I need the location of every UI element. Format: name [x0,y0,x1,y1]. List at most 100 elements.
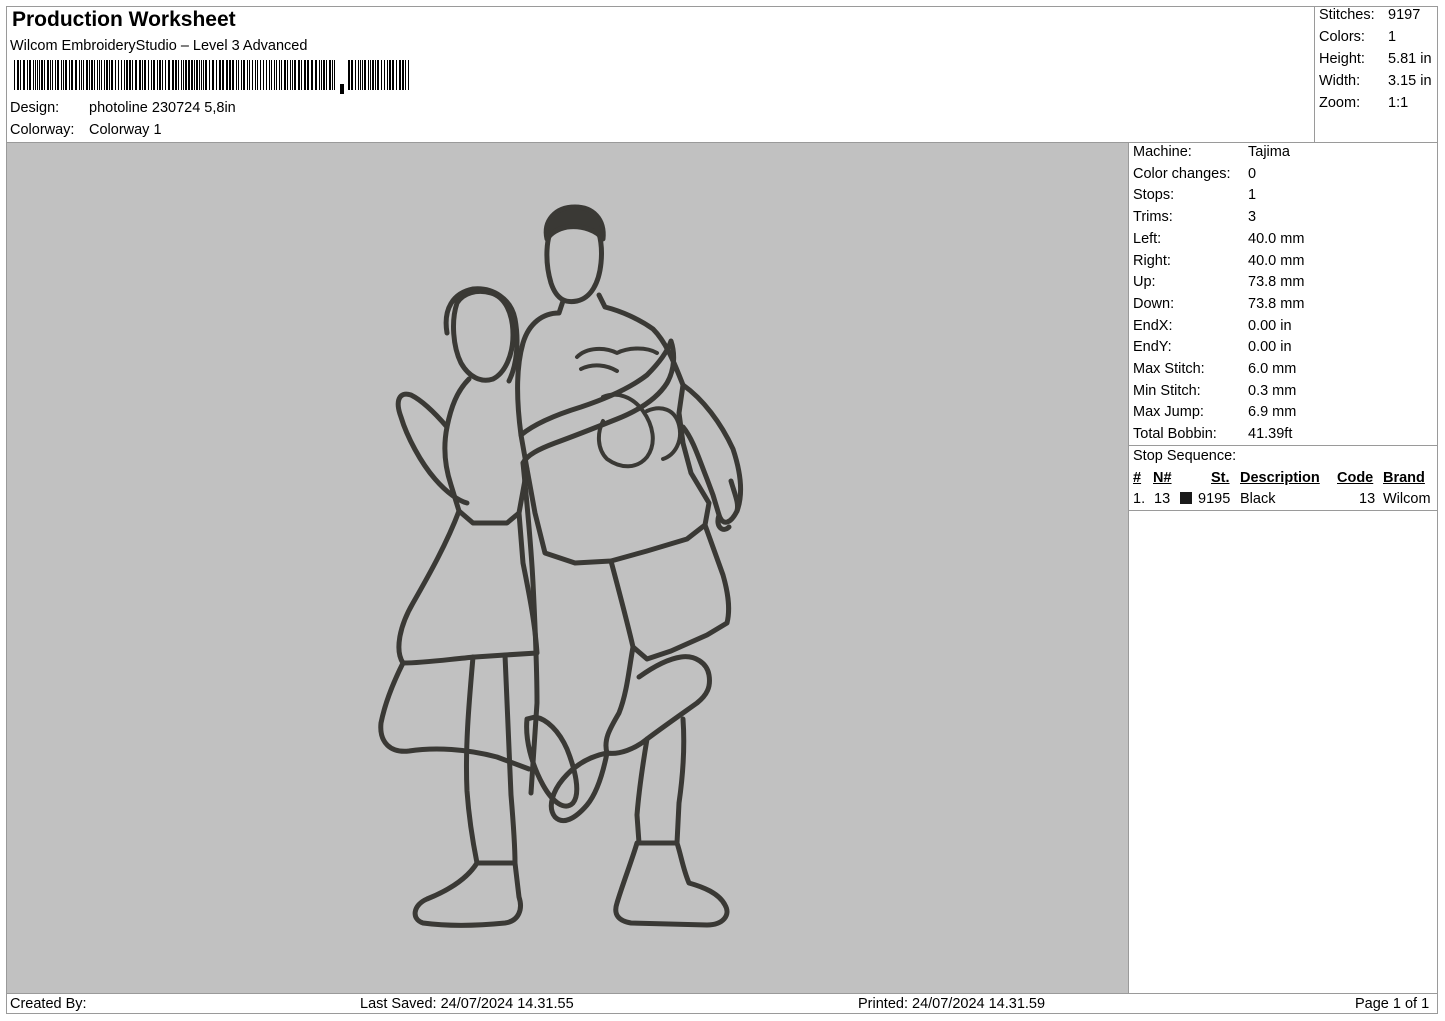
barcode-bar [196,60,198,90]
machine-info-value: 6.0 mm [1248,361,1297,377]
barcode-bar [226,60,228,90]
barcode-bar [304,60,306,90]
barcode-bar [183,60,184,90]
barcode-bar [238,60,239,90]
barcode-bar [405,60,406,90]
machine-info-value: 40.0 mm [1248,252,1305,269]
stitches-label: Stitches: [1319,7,1375,23]
barcode-bar [247,60,248,90]
barcode-bar [260,60,261,90]
stop-sequence-divider [1128,445,1438,446]
barcode-bar [219,60,221,90]
barcode-bar [389,60,391,90]
barcode-bar [86,60,88,90]
barcode-bar [47,60,49,90]
man-standing-leg [634,716,687,846]
barcode-bar [284,60,286,90]
height-label: Height: [1319,51,1365,67]
printed-date: Printed: 24/07/2024 14.31.59 [858,996,1046,1012]
barcode-bar [212,60,214,90]
barcode-bar [118,60,119,90]
machine-info-value: 3 [1248,209,1257,226]
barcode-bar [222,60,224,90]
summary-divider [1314,6,1315,142]
barcode-bar [181,60,182,90]
barcode-bar [279,60,280,90]
barcode-bar [142,60,143,90]
col-header-n: N# [1153,470,1172,486]
barcode-bar [44,60,45,90]
last-saved: Last Saved: 24/07/2024 14.31.55 [360,996,574,1012]
barcode-bar [126,60,128,90]
barcode-bar [81,60,82,90]
barcode-bar [257,60,258,90]
colorway-label: Colorway: [10,122,75,138]
created-by: Created By: [10,996,87,1012]
barcode-bar [399,60,401,90]
barcode-bar [375,60,376,90]
barcode-bar [236,60,237,90]
barcode-bar [301,60,302,90]
color-swatch [1180,492,1192,504]
barcode-bar [35,60,36,90]
machine-info-value: 0 [1248,165,1257,182]
machine-info-label: Down: [1133,295,1175,312]
machine-info-label: EndY: [1133,339,1172,356]
barcode-bar [188,60,190,90]
barcode-bar [290,60,291,90]
barcode-bar [106,60,108,90]
man-hair [543,204,606,242]
colors-label: Colors: [1319,29,1365,45]
barcode-bar [315,60,317,90]
barcode-bar [129,60,131,90]
barcode-bar [321,60,322,90]
row-num: 1. [1133,491,1146,507]
barcode-separator [340,84,344,94]
barcode [14,60,414,94]
height-value: 5.81 in [1388,51,1432,67]
machine-info-value: 0.3 mm [1248,382,1297,399]
barcode-bar [269,60,270,90]
barcode-bar [55,60,56,90]
machine-info-value: 73.8 mm [1248,295,1305,312]
barcode-bar [148,60,149,90]
zoom-value: 1:1 [1388,95,1409,111]
machine-info-label: EndX: [1133,317,1173,334]
barcode-bar [162,60,163,90]
barcode-bar [209,60,210,90]
barcode-bar [319,60,320,90]
man-arm [680,382,743,525]
barcode-bar [255,60,256,90]
barcode-bar [362,60,363,90]
barcode-bar [65,60,67,90]
barcode-bar [348,60,350,90]
machine-info-label: Stops: [1133,187,1175,204]
barcode-bar [121,60,122,90]
woman-standing-shoe [412,860,523,928]
row-description: Black [1240,491,1276,507]
barcode-bar [355,60,356,90]
barcode-bar [271,60,272,90]
barcode-bar [381,60,382,90]
footer-divider [6,993,1438,994]
barcode-bar [109,60,110,90]
barcode-bar [124,60,125,90]
woman-head [451,288,516,383]
col-header-num: # [1133,470,1142,486]
machine-info-label: Color changes: [1133,165,1231,182]
barcode-bar [201,60,202,90]
stitches-value: 9197 [1388,7,1421,23]
man-standing-shoe [613,840,730,928]
barcode-bar [29,60,31,90]
barcode-bar [199,60,200,90]
barcode-bar [194,60,195,90]
barcode-bar [307,60,309,90]
barcode-bar [175,60,177,90]
barcode-bar [71,60,73,90]
woman-skirt [396,508,540,666]
barcode-bar [89,60,90,90]
barcode-bar [57,60,59,90]
barcode-bar [165,60,166,90]
machine-info-label: Trims: [1133,209,1173,226]
barcode-bar [274,60,275,90]
